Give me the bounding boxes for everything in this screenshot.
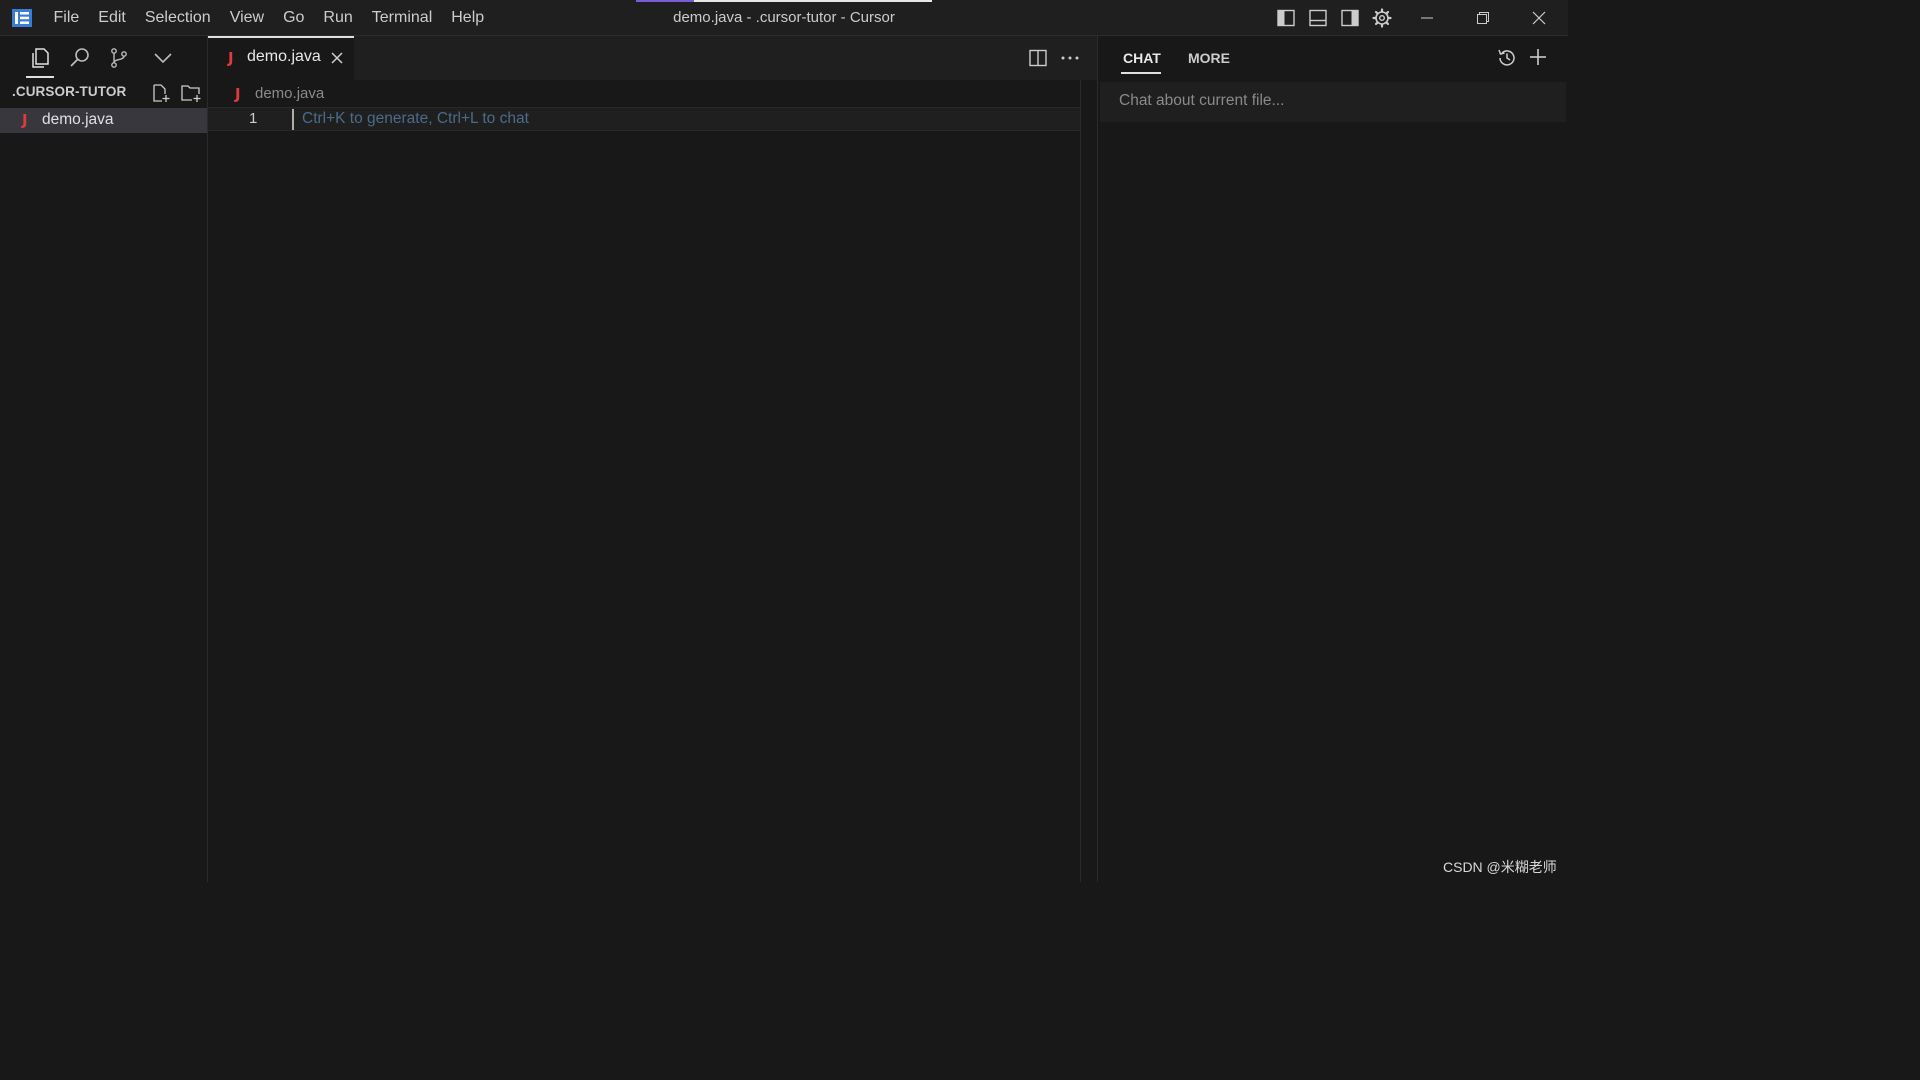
menu-edit[interactable]: Edit	[89, 0, 136, 36]
file-tree-item-label: demo.java	[42, 111, 114, 128]
editor-scrollbar-track[interactable]	[1080, 80, 1081, 882]
line-number: 1	[249, 110, 258, 127]
watermark: CSDN @米糊老师	[1443, 859, 1557, 875]
split-editor-icon[interactable]	[1028, 48, 1048, 68]
explorer-sidebar	[0, 36, 208, 882]
java-file-icon: J	[22, 111, 28, 129]
tab-chat[interactable]: CHAT	[1123, 50, 1161, 66]
minimize-icon[interactable]	[1404, 0, 1450, 36]
close-tab-icon[interactable]	[330, 51, 344, 65]
close-icon[interactable]	[1516, 0, 1562, 36]
chevron-down-icon[interactable]	[151, 46, 175, 70]
source-control-icon[interactable]	[107, 46, 131, 70]
new-folder-icon[interactable]	[180, 83, 202, 103]
active-view-indicator	[26, 76, 54, 78]
menu-terminal[interactable]: Terminal	[362, 0, 441, 36]
text-cursor	[292, 109, 294, 130]
toggle-secondary-sidebar-icon[interactable]	[1339, 0, 1361, 36]
cursor-logo-icon	[11, 7, 33, 29]
menu-selection[interactable]: Selection	[135, 0, 220, 36]
menu-view[interactable]: View	[220, 0, 273, 36]
menu-run[interactable]: Run	[314, 0, 362, 36]
settings-gear-icon[interactable]	[1370, 0, 1394, 36]
toggle-primary-sidebar-icon[interactable]	[1275, 0, 1297, 36]
search-icon[interactable]	[68, 46, 92, 70]
title-progress-bar	[636, 0, 694, 2]
java-file-icon: J	[228, 49, 234, 67]
breadcrumb[interactable]: demo.java	[255, 85, 324, 102]
history-icon[interactable]	[1496, 47, 1518, 69]
toggle-panel-icon[interactable]	[1307, 0, 1329, 36]
chat-input-placeholder: Chat about current file...	[1119, 92, 1285, 109]
editor-tab-label: demo.java	[247, 48, 321, 65]
restore-icon[interactable]	[1460, 0, 1506, 36]
new-file-icon[interactable]	[151, 83, 171, 103]
menu-go[interactable]: Go	[274, 0, 314, 36]
java-file-icon: J	[235, 85, 241, 103]
tab-more[interactable]: MORE	[1188, 50, 1230, 66]
active-tab-indicator	[1121, 72, 1161, 74]
folder-title[interactable]: .CURSOR-TUTOR	[12, 84, 126, 99]
new-chat-icon[interactable]	[1528, 47, 1548, 67]
panel-divider[interactable]	[1097, 36, 1098, 882]
menu-file[interactable]: File	[44, 0, 89, 36]
title-progress-track	[694, 0, 932, 2]
menu-help[interactable]: Help	[442, 0, 494, 36]
more-actions-icon[interactable]	[1059, 48, 1081, 68]
editor-placeholder[interactable]: Ctrl+K to generate, Ctrl+L to chat	[302, 110, 529, 128]
explorer-icon[interactable]	[28, 46, 52, 70]
menu-bar: File Edit Selection View Go Run Terminal…	[44, 0, 494, 36]
